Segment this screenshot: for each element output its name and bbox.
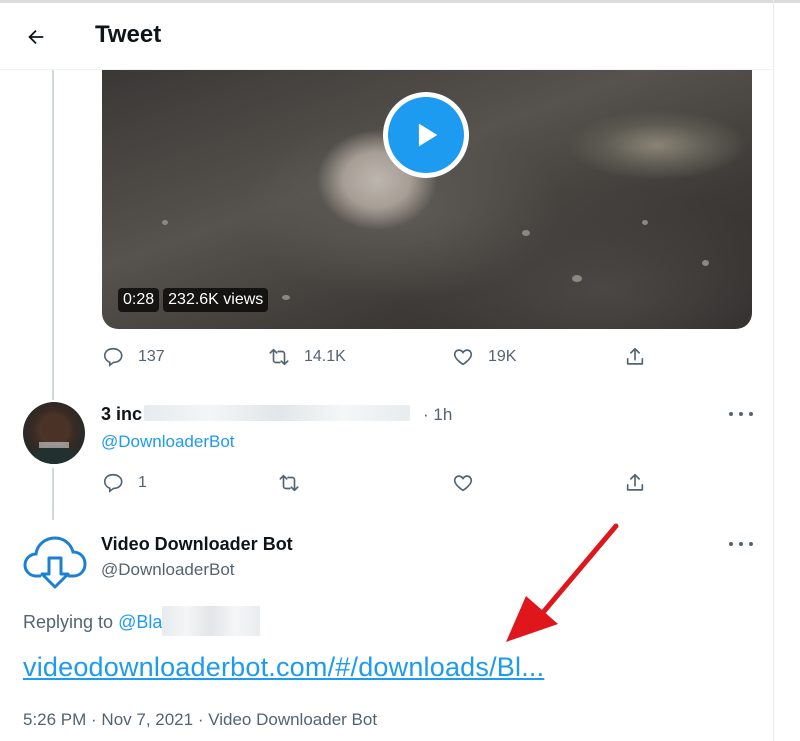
reply-count: 137: [138, 348, 165, 365]
annotation-arrow: [506, 523, 619, 642]
video-player[interactable]: 0:28 232.6K views: [102, 70, 752, 329]
more-options-button[interactable]: [729, 539, 753, 549]
tweet-metadata: 5:26 PM · Nov 7, 2021 · Video Downloader…: [23, 710, 378, 729]
play-button[interactable]: [383, 92, 469, 178]
column-divider: [773, 0, 774, 741]
thread-line: [52, 468, 54, 520]
like-count: 19K: [488, 348, 517, 365]
video-texture: [572, 275, 582, 282]
page-title: Tweet: [95, 21, 162, 48]
more-options-button[interactable]: [729, 409, 753, 419]
video-texture: [642, 220, 648, 225]
reply-button[interactable]: 137: [102, 346, 165, 368]
video-views: 232.6K views: [163, 288, 269, 312]
page-header: Tweet: [0, 3, 773, 70]
tweet-action-bar: 137 14.1K 19K: [102, 346, 662, 374]
play-icon: [418, 123, 438, 147]
cloud-download-icon: [23, 536, 87, 589]
heart-icon: [453, 349, 473, 366]
reply-count: 1: [138, 474, 147, 491]
redacted-mention: [162, 606, 260, 636]
video-info-badges: 0:28 232.6K views: [118, 288, 269, 312]
thread-line: [52, 70, 54, 400]
reply-action-bar: 1: [102, 472, 662, 500]
like-button[interactable]: [452, 472, 474, 494]
comment-icon: [103, 473, 123, 493]
share-icon: [626, 473, 644, 491]
reply-handle[interactable]: @DownloaderBot: [101, 560, 235, 580]
download-link[interactable]: videodownloaderbot.com/#/downloads/Bl...: [23, 652, 544, 683]
video-texture: [282, 295, 290, 300]
avatar-photo: [30, 413, 78, 464]
video-texture: [702, 260, 709, 266]
avatar[interactable]: [23, 402, 85, 464]
share-button[interactable]: [624, 472, 646, 494]
play-button-circle: [388, 97, 464, 173]
retweet-icon: [269, 348, 289, 366]
tweet-page: Tweet 0:28 232.6K views 137 14.1K 19K 3 …: [0, 0, 800, 741]
reply-button[interactable]: 1: [102, 472, 147, 494]
share-button[interactable]: [624, 346, 646, 368]
replying-to: Replying to @Bla: [23, 612, 162, 633]
avatar[interactable]: [22, 530, 88, 590]
replying-label: Replying to: [23, 612, 114, 632]
arrow-left-icon: [28, 29, 44, 45]
video-texture: [522, 230, 530, 236]
back-button[interactable]: [22, 23, 50, 51]
retweet-button[interactable]: [278, 472, 300, 494]
reply-mention[interactable]: @DownloaderBot: [101, 432, 235, 452]
reply-timestamp[interactable]: · 1h: [423, 405, 452, 425]
share-icon: [626, 347, 644, 365]
replying-mention[interactable]: @Bla: [118, 612, 162, 632]
video-texture: [162, 220, 168, 225]
retweet-icon: [279, 474, 299, 492]
reply-author-name[interactable]: Video Downloader Bot: [101, 534, 293, 555]
like-button[interactable]: 19K: [452, 346, 516, 368]
retweet-button[interactable]: 14.1K: [268, 346, 346, 368]
redacted-name: [144, 405, 410, 421]
retweet-count: 14.1K: [304, 348, 346, 365]
comment-icon: [103, 347, 123, 367]
heart-icon: [453, 475, 473, 492]
video-duration: 0:28: [118, 288, 160, 312]
reply-author-name[interactable]: 3 inc: [101, 404, 142, 425]
